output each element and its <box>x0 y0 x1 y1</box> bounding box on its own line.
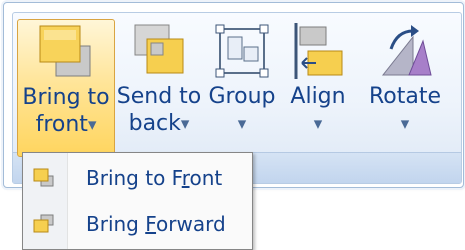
dropdown-arrow-icon: ▼ <box>313 117 323 131</box>
bring-to-front-icon <box>33 168 54 187</box>
bring-to-front-icon <box>39 25 91 77</box>
group-icon <box>215 24 269 78</box>
bring-to-front-menu: Bring to Front Bring Forward <box>22 152 253 250</box>
menu-item-bring-forward-label: Bring Forward <box>86 212 226 236</box>
bring-to-front-label-line1: Bring to <box>22 85 110 110</box>
menu-item-bring-to-front[interactable]: Bring to Front <box>26 158 249 198</box>
rotate-icon <box>381 25 432 76</box>
dropdown-arrow-icon: ▼ <box>87 118 97 132</box>
dropdown-arrow-icon: ▼ <box>180 117 190 131</box>
rotate-button[interactable]: Rotate ▼ <box>357 19 453 155</box>
group-label: Group <box>208 84 276 109</box>
menu-item-bring-to-front-label: Bring to Front <box>86 166 223 190</box>
dropdown-arrow-icon: ▼ <box>400 117 410 131</box>
send-to-back-label-line2: back <box>128 111 181 136</box>
menu-item-bring-forward[interactable]: Bring Forward <box>26 204 249 244</box>
bring-to-front-label-line2: front <box>35 112 88 137</box>
send-to-back-icon <box>134 24 184 74</box>
align-label: Align <box>290 84 346 109</box>
bring-to-front-button[interactable]: Bring to front▼ <box>17 19 115 157</box>
send-to-back-button[interactable]: Send to back▼ <box>116 19 202 155</box>
dropdown-arrow-icon: ▼ <box>237 117 247 131</box>
rotate-label: Rotate <box>368 84 442 109</box>
send-to-back-label-line1: Send to <box>116 84 202 109</box>
bring-forward-icon <box>33 214 54 233</box>
align-button[interactable]: Align ▼ <box>285 19 351 155</box>
align-icon <box>294 23 343 79</box>
group-button[interactable]: Group ▼ <box>205 19 279 155</box>
